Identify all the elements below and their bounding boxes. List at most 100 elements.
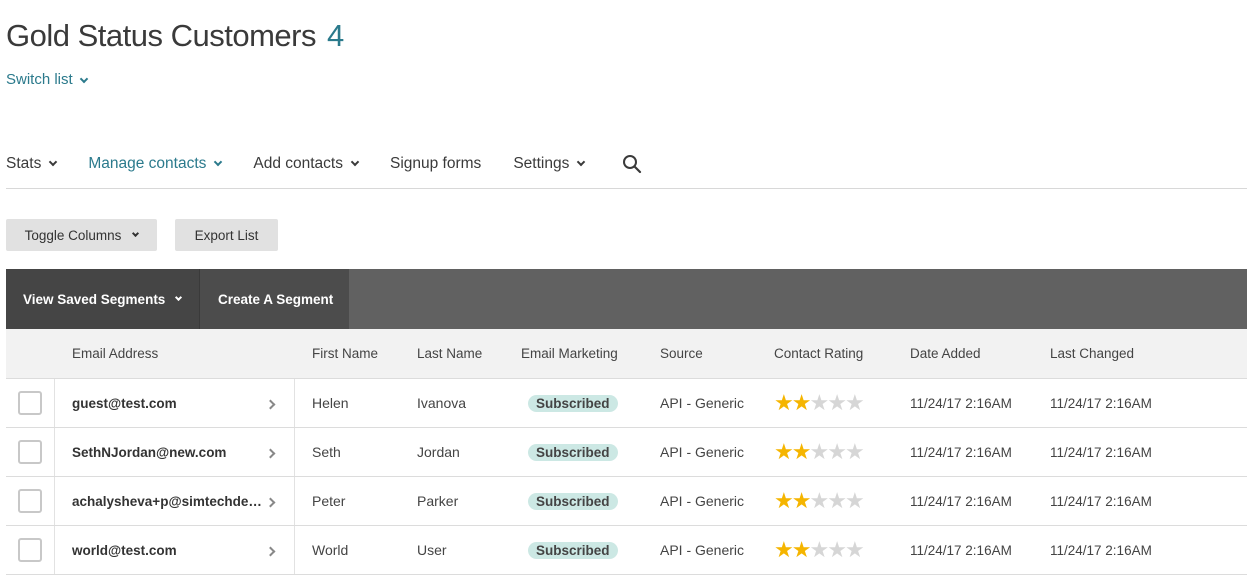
first-name: Peter — [312, 493, 346, 509]
status-badge: Subscribed — [528, 443, 618, 461]
chevron-right-icon — [265, 448, 276, 459]
column-header-last-name[interactable]: Last Name — [417, 346, 482, 361]
column-header-first-name[interactable]: First Name — [312, 346, 378, 361]
nav-stats[interactable]: Stats — [6, 150, 58, 178]
star-rating[interactable]: ★ ★ ★ ★ ★ — [774, 539, 865, 561]
last-changed: 11/24/17 2:16AM — [1050, 395, 1152, 411]
source: API - Generic — [660, 542, 745, 558]
nav-label: Manage contacts — [88, 155, 207, 172]
column-header-email[interactable]: Email Address — [72, 346, 158, 361]
export-list-button[interactable]: Export List — [175, 219, 278, 251]
email-address: guest@test.com — [72, 395, 177, 411]
list-nav: Stats Manage contacts Add contacts Signu… — [6, 150, 1247, 189]
email-address: achalysheva+p@simtechdev… — [72, 493, 264, 509]
nav-settings[interactable]: Settings — [513, 150, 586, 178]
row-checkbox-cell — [6, 526, 55, 574]
contacts-table: Email Address First Name Last Name Email… — [6, 329, 1247, 575]
switch-list-label: Switch list — [6, 71, 73, 88]
star-icon[interactable]: ★ — [845, 490, 865, 512]
segment-bar: View Saved Segments Create A Segment — [6, 269, 1247, 329]
source: API - Generic — [660, 444, 745, 460]
column-header-last-changed[interactable]: Last Changed — [1050, 346, 1134, 361]
table-row: SethNJordan@new.com Seth Jordan Subscrib… — [6, 428, 1247, 477]
chevron-right-icon — [265, 546, 276, 557]
nav-label: Signup forms — [389, 155, 482, 172]
search-icon[interactable] — [622, 150, 642, 178]
contact-count: 4 — [326, 18, 345, 53]
last-changed: 11/24/17 2:16AM — [1050, 542, 1152, 558]
last-name: Parker — [417, 493, 459, 509]
nav-label: Add contacts — [253, 155, 343, 172]
view-saved-segments-label: View Saved Segments — [23, 291, 166, 307]
toggle-columns-button[interactable]: Toggle Columns — [6, 219, 157, 251]
source: API - Generic — [660, 395, 745, 411]
email-address: SethNJordan@new.com — [72, 444, 227, 460]
date-added: 11/24/17 2:16AM — [910, 444, 1012, 460]
nav-signup-forms[interactable]: Signup forms — [390, 150, 481, 178]
email-cell[interactable]: guest@test.com — [55, 379, 295, 427]
chevron-right-icon — [265, 399, 276, 410]
first-name: Helen — [312, 395, 349, 411]
date-added: 11/24/17 2:16AM — [910, 542, 1012, 558]
table-row: guest@test.com Helen Ivanova Subscribed … — [6, 379, 1247, 428]
last-changed: 11/24/17 2:16AM — [1050, 444, 1152, 460]
star-icon[interactable]: ★ — [845, 441, 865, 463]
chevron-down-icon — [350, 157, 360, 167]
chevron-down-icon — [175, 293, 183, 301]
last-changed: 11/24/17 2:16AM — [1050, 493, 1152, 509]
star-rating[interactable]: ★ ★ ★ ★ ★ — [774, 392, 865, 414]
star-icon[interactable]: ★ — [845, 392, 865, 414]
email-address: world@test.com — [72, 542, 177, 558]
chevron-down-icon — [132, 229, 140, 237]
chevron-down-icon — [577, 157, 586, 167]
date-added: 11/24/17 2:16AM — [910, 493, 1012, 509]
status-badge: Subscribed — [528, 394, 618, 412]
table-row: world@test.com World User Subscribed API… — [6, 526, 1247, 575]
table-row: achalysheva+p@simtechdev… Peter Parker S… — [6, 477, 1247, 526]
chevron-down-icon — [49, 157, 58, 167]
row-checkbox-cell — [6, 477, 55, 525]
contact-rating-cell: ★ ★ ★ ★ ★ — [774, 428, 865, 476]
email-cell[interactable]: world@test.com — [55, 526, 295, 574]
row-checkbox[interactable] — [18, 391, 42, 415]
email-marketing-cell: Subscribed — [528, 477, 618, 525]
status-badge: Subscribed — [528, 492, 618, 510]
star-icon[interactable]: ★ — [845, 539, 865, 561]
row-checkbox[interactable] — [18, 489, 42, 513]
page-header: Gold Status Customers 4 — [6, 18, 344, 54]
column-header-source[interactable]: Source — [660, 346, 703, 361]
status-badge: Subscribed — [528, 541, 618, 559]
row-checkbox-cell — [6, 428, 55, 476]
table-header: Email Address First Name Last Name Email… — [6, 329, 1247, 379]
create-segment-label: Create A Segment — [218, 291, 334, 307]
row-checkbox[interactable] — [18, 538, 42, 562]
contact-rating-cell: ★ ★ ★ ★ ★ — [774, 477, 865, 525]
email-marketing-cell: Subscribed — [528, 526, 618, 574]
nav-manage-contacts[interactable]: Manage contacts — [88, 150, 223, 178]
last-name: Ivanova — [417, 395, 467, 411]
nav-add-contacts[interactable]: Add contacts — [253, 150, 360, 178]
email-marketing-cell: Subscribed — [528, 379, 618, 427]
page-title: Gold Status Customers — [6, 18, 316, 53]
column-header-date-added[interactable]: Date Added — [910, 346, 981, 361]
first-name: Seth — [312, 444, 341, 460]
switch-list-dropdown[interactable]: Switch list — [6, 71, 88, 88]
view-saved-segments-button[interactable]: View Saved Segments — [6, 269, 200, 329]
nav-label: Stats — [6, 155, 42, 172]
source: API - Generic — [660, 493, 745, 509]
column-header-contact-rating[interactable]: Contact Rating — [774, 346, 863, 361]
star-rating[interactable]: ★ ★ ★ ★ ★ — [774, 441, 865, 463]
create-segment-button[interactable]: Create A Segment — [200, 269, 349, 329]
export-list-label: Export List — [194, 227, 259, 243]
chevron-down-icon — [214, 157, 223, 167]
contact-rating-cell: ★ ★ ★ ★ ★ — [774, 526, 865, 574]
last-name: Jordan — [417, 444, 460, 460]
row-checkbox-cell — [6, 379, 55, 427]
column-header-email-marketing[interactable]: Email Marketing — [521, 346, 618, 361]
star-rating[interactable]: ★ ★ ★ ★ ★ — [774, 490, 865, 512]
email-cell[interactable]: achalysheva+p@simtechdev… — [55, 477, 295, 525]
toggle-columns-label: Toggle Columns — [24, 227, 122, 243]
row-checkbox[interactable] — [18, 440, 42, 464]
email-cell[interactable]: SethNJordan@new.com — [55, 428, 295, 476]
date-added: 11/24/17 2:16AM — [910, 395, 1012, 411]
